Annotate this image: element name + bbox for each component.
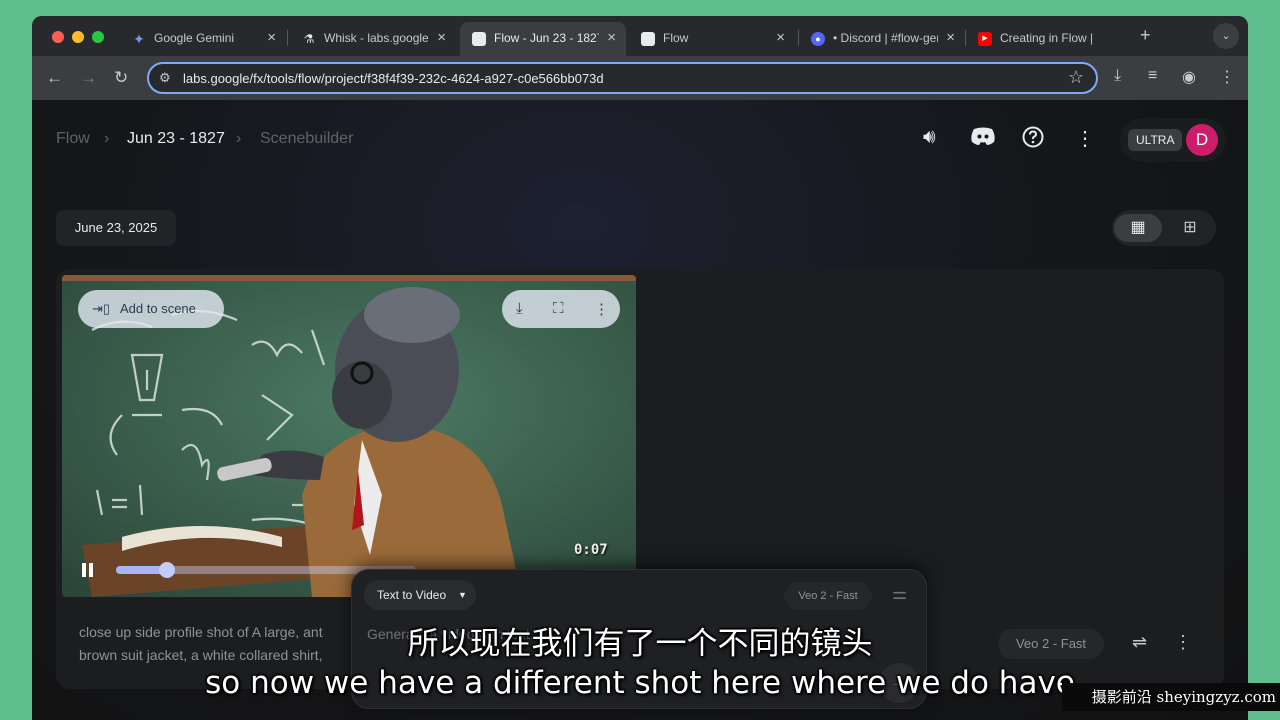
download-icon[interactable]: ⤓ bbox=[516, 300, 523, 317]
maximize-window-button[interactable] bbox=[92, 31, 104, 43]
tab-label: • Discord | #flow-general bbox=[833, 31, 938, 45]
add-to-scene-button[interactable]: ⇥▯ Add to scene bbox=[78, 290, 224, 328]
clip-actions: ⤓ ⛶ ⋮ bbox=[502, 290, 620, 328]
breadcrumb-separator-icon: › bbox=[236, 130, 242, 147]
tab-google-gemini[interactable]: ✦ Google Gemini × bbox=[120, 22, 286, 56]
tab-label: Whisk - labs.google bbox=[324, 31, 429, 45]
grid-view-button[interactable]: ▦ bbox=[1114, 214, 1162, 242]
breadcrumb-flow[interactable]: Flow bbox=[56, 130, 90, 148]
tab-strip: ✦ Google Gemini × ⚗ Whisk - labs.google … bbox=[32, 16, 1248, 56]
help-icon[interactable] bbox=[1022, 126, 1044, 154]
plan-badge: ULTRA bbox=[1128, 129, 1183, 151]
mode-label: Text to Video bbox=[377, 588, 447, 602]
user-menu[interactable]: ULTRA D bbox=[1120, 118, 1226, 162]
breadcrumb-separator-icon: › bbox=[104, 130, 110, 147]
address-bar[interactable]: ⚙ labs.google/fx/tools/flow/project/f38f… bbox=[147, 62, 1098, 94]
gemini-icon: ✦ bbox=[133, 31, 145, 47]
dropdown-caret-icon: ▼ bbox=[458, 590, 467, 600]
back-button[interactable]: ← bbox=[46, 68, 63, 88]
seek-handle[interactable] bbox=[159, 562, 175, 578]
discord-icon: ● bbox=[811, 32, 825, 46]
youtube-icon: ▶ bbox=[978, 32, 992, 46]
tab-whisk[interactable]: ⚗ Whisk - labs.google × bbox=[290, 22, 456, 56]
avatar[interactable]: D bbox=[1186, 124, 1218, 156]
tab-youtube[interactable]: ▶ Creating in Flow | Google bbox=[966, 22, 1116, 56]
fullscreen-icon[interactable]: ⛶ bbox=[553, 300, 564, 317]
forward-button[interactable]: → bbox=[80, 68, 97, 88]
site-settings-icon[interactable]: ⚙ bbox=[159, 70, 171, 86]
add-to-scene-icon: ⇥▯ bbox=[92, 301, 111, 316]
close-tab-icon[interactable]: × bbox=[607, 29, 616, 46]
breadcrumb-scenebuilder[interactable]: Scenebuilder bbox=[260, 130, 353, 148]
mode-dropdown[interactable]: Text to Video ▼ bbox=[364, 580, 476, 610]
tab-search-button[interactable]: ⌄ bbox=[1213, 23, 1239, 49]
flask-icon: ⚗ bbox=[303, 32, 315, 46]
new-tab-button[interactable]: + bbox=[1140, 25, 1151, 46]
minimize-window-button[interactable] bbox=[72, 31, 84, 43]
download-icon[interactable]: ⤓ bbox=[1114, 67, 1121, 85]
add-to-scene-label: Add to scene bbox=[120, 301, 196, 316]
close-tab-icon[interactable]: × bbox=[946, 29, 955, 46]
subtitle-chinese: 所以现在我们有了一个不同的镜头 bbox=[407, 626, 873, 662]
settings-sliders-icon[interactable]: ⚌ bbox=[892, 584, 907, 604]
more-options-icon[interactable]: ⋮ bbox=[594, 300, 609, 318]
date-chip[interactable]: June 23, 2025 bbox=[56, 210, 176, 246]
volume-icon[interactable]: 🔊︎ bbox=[923, 126, 936, 149]
browser-toolbar: ← → ↻ ⚙ labs.google/fx/tools/flow/projec… bbox=[32, 56, 1248, 100]
close-window-button[interactable] bbox=[52, 31, 64, 43]
tab-flow-project[interactable]: Flow - Jun 23 - 1827 × bbox=[460, 22, 626, 56]
discord-icon[interactable] bbox=[970, 126, 996, 152]
tab-divider bbox=[287, 30, 288, 46]
list-view-button[interactable]: ⊞ bbox=[1166, 214, 1214, 242]
profile-icon[interactable]: ◉ bbox=[1182, 67, 1196, 87]
breadcrumb-project[interactable]: Jun 23 - 1827 bbox=[127, 130, 225, 148]
video-player[interactable]: ⇥▯ Add to scene ⤓ ⛶ ⋮ 0:07 bbox=[62, 275, 636, 597]
watermark: 摄影前沿 sheyingzyz.com bbox=[1062, 683, 1280, 711]
discord-glyph bbox=[971, 127, 995, 145]
bookmark-star-icon[interactable]: ☆ bbox=[1068, 67, 1084, 88]
video-timestamp: 0:07 bbox=[574, 542, 608, 558]
browser-menu-icon[interactable]: ⋮ bbox=[1219, 67, 1235, 87]
view-toggle: ▦ ⊞ bbox=[1112, 210, 1216, 246]
help-glyph bbox=[1022, 126, 1044, 148]
reload-button[interactable]: ↻ bbox=[114, 68, 128, 88]
pause-icon[interactable] bbox=[82, 563, 94, 577]
tab-label: Flow bbox=[663, 31, 689, 45]
more-options-icon[interactable]: ⋮ bbox=[1075, 126, 1095, 151]
page-icon bbox=[641, 32, 655, 46]
close-tab-icon[interactable]: × bbox=[267, 29, 276, 46]
page-icon bbox=[472, 32, 486, 46]
tab-flow[interactable]: Flow × bbox=[629, 22, 795, 56]
tab-label: Creating in Flow | Google bbox=[1000, 31, 1092, 45]
tab-label: Google Gemini bbox=[154, 31, 235, 45]
browser-window: ✦ Google Gemini × ⚗ Whisk - labs.google … bbox=[32, 16, 1248, 720]
url-text: labs.google/fx/tools/flow/project/f38f4f… bbox=[183, 71, 604, 86]
tab-discord[interactable]: ● • Discord | #flow-general × bbox=[799, 22, 965, 56]
close-tab-icon[interactable]: × bbox=[437, 29, 446, 46]
model-selector[interactable]: Veo 2 - Fast bbox=[784, 582, 872, 610]
media-queue-icon[interactable]: ≡ bbox=[1148, 67, 1157, 85]
close-tab-icon[interactable]: × bbox=[776, 29, 785, 46]
tab-label: Flow - Jun 23 - 1827 bbox=[494, 31, 599, 45]
